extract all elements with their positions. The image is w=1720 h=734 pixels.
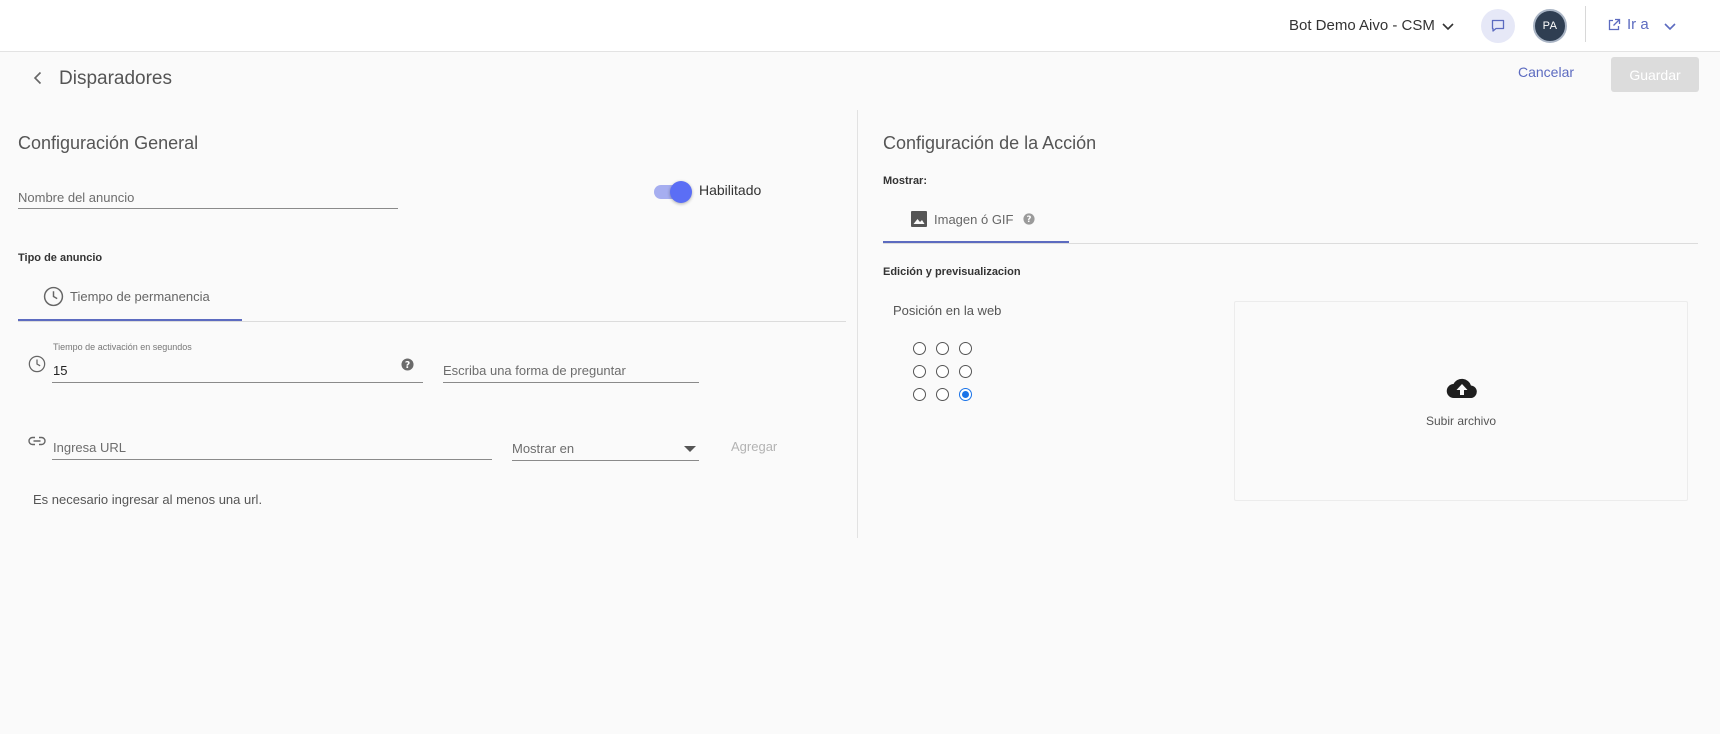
position-radio-bottom-right[interactable]: [959, 388, 972, 401]
tab-image-gif[interactable]: Imagen ó GIF ?: [910, 210, 1041, 228]
tab-dwell-time[interactable]: Tiempo de permanencia: [43, 286, 210, 307]
go-to-menu[interactable]: Ir a: [1607, 16, 1649, 33]
column-divider: [857, 110, 858, 538]
url-input[interactable]: Ingresa URL: [52, 436, 492, 460]
clock-icon: [43, 286, 64, 307]
position-radio-bottom-left[interactable]: [913, 388, 926, 401]
avatar-initials: PA: [1542, 20, 1558, 32]
top-bar: Bot Demo Aivo - CSM PA Ir a: [0, 0, 1720, 52]
position-radio-bottom-center[interactable]: [936, 388, 949, 401]
chevron-down-icon[interactable]: [1662, 18, 1678, 34]
tab-active-indicator: [883, 241, 1069, 243]
url-placeholder: Ingresa URL: [53, 440, 126, 455]
image-icon: [911, 211, 927, 227]
activation-time-input[interactable]: 15: [52, 356, 423, 383]
clock-icon: [28, 355, 46, 373]
chat-button[interactable]: [1481, 9, 1515, 43]
svg-text:?: ?: [1027, 215, 1032, 225]
ad-name-placeholder: Nombre del anuncio: [18, 190, 135, 205]
chevron-down-icon[interactable]: [1440, 18, 1456, 34]
general-section-title: Configuración General: [18, 133, 199, 153]
position-radio-top-right[interactable]: [959, 342, 972, 355]
tab-image-gif-label: Imagen ó GIF: [934, 211, 1014, 227]
position-radio-middle-center[interactable]: [936, 365, 949, 378]
position-radio-middle-left[interactable]: [913, 365, 926, 378]
svg-text:?: ?: [405, 360, 410, 371]
cloud-upload-icon: [1446, 378, 1477, 399]
go-to-label: Ir a: [1627, 16, 1649, 33]
bot-selector-label[interactable]: Bot Demo Aivo - CSM: [1289, 17, 1435, 34]
activation-time-value: 15: [53, 363, 68, 378]
question-placeholder: Escriba una forma de preguntar: [443, 363, 626, 378]
ad-type-label: Tipo de anuncio: [18, 252, 103, 264]
activation-time-label: Tiempo de activación en segundos: [53, 342, 192, 352]
tab-dwell-time-label: Tiempo de permanencia: [70, 289, 210, 304]
top-divider: [1585, 6, 1586, 42]
tab-active-indicator: [18, 319, 242, 321]
tab-underline: [883, 243, 1698, 244]
page-title: Disparadores: [59, 68, 172, 89]
action-section-title: Configuración de la Acción: [883, 133, 1097, 153]
edit-preview-label: Edición y previsualizacion: [883, 266, 1021, 278]
url-required-note: Es necesario ingresar al menos una url.: [33, 492, 263, 507]
position-radio-top-center[interactable]: [936, 342, 949, 355]
upload-label: Subir archivo: [1425, 414, 1497, 428]
show-label: Mostrar:: [883, 175, 928, 187]
link-icon: [28, 436, 46, 446]
dropdown-arrow-icon: [684, 446, 696, 452]
back-arrow-icon[interactable]: [30, 70, 46, 86]
add-url-button[interactable]: Agregar: [731, 439, 777, 454]
toggle-thumb: [670, 181, 692, 203]
cancel-button[interactable]: Cancelar: [1518, 64, 1574, 80]
show-in-placeholder: Mostrar en: [512, 441, 575, 456]
position-radio-top-left[interactable]: [913, 342, 926, 355]
help-icon[interactable]: ?: [1023, 213, 1036, 225]
enabled-toggle[interactable]: [654, 180, 692, 203]
upload-dropzone[interactable]: Subir archivo: [1234, 301, 1688, 501]
question-input[interactable]: Escriba una forma de preguntar: [443, 360, 699, 383]
chat-icon: [1491, 19, 1505, 32]
enabled-label: Habilitado: [699, 182, 762, 198]
web-position-label: Posición en la web: [893, 303, 1002, 318]
save-button[interactable]: Guardar: [1611, 57, 1699, 92]
tab-underline: [18, 321, 846, 322]
ad-name-input[interactable]: Nombre del anuncio: [18, 186, 398, 209]
position-radio-middle-right[interactable]: [959, 365, 972, 378]
external-link-icon: [1608, 18, 1621, 30]
show-in-select[interactable]: Mostrar en: [512, 436, 699, 461]
help-icon[interactable]: ?: [401, 358, 414, 371]
avatar[interactable]: PA: [1533, 9, 1567, 43]
